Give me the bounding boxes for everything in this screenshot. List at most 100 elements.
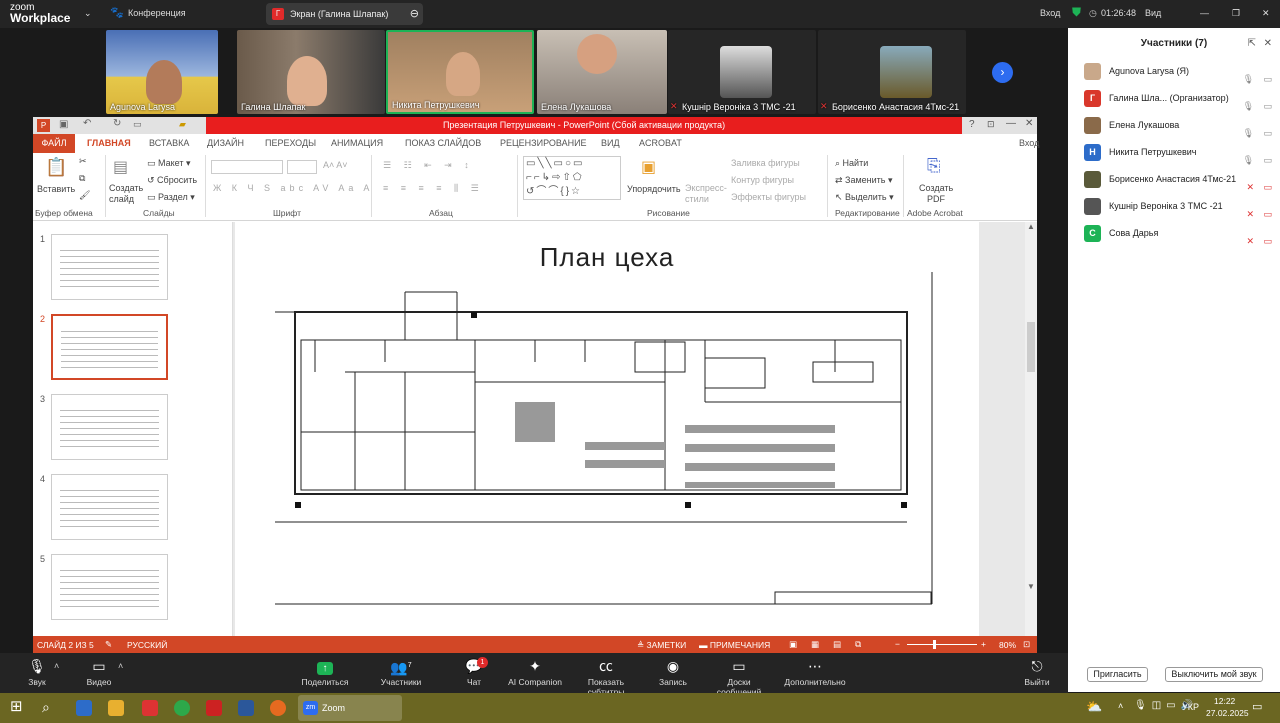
more-icon[interactable]: ⊖ [410, 7, 419, 20]
zoom-out-icon[interactable]: − [895, 639, 900, 649]
tab-animation[interactable]: АНИМАЦИЯ [331, 138, 383, 148]
tab-slideshow[interactable]: ПОКАЗ СЛАЙДОВ [405, 138, 481, 148]
fit-slide-icon[interactable]: ⊡ [1023, 639, 1030, 650]
arrange-button[interactable]: Упорядочить [627, 184, 681, 194]
minimize-icon[interactable]: — [1006, 118, 1016, 129]
slide-thumbnail[interactable] [51, 554, 168, 620]
participant-row[interactable]: Елена Лукашова 🎙 ▭ [1068, 112, 1280, 139]
list-icons[interactable]: ☰ ☷ ⇤ ⇥ ↕ [383, 160, 474, 171]
screen-share-pill[interactable]: Г Экран (Галина Шлапак) ⊖ [266, 3, 423, 25]
participant-row[interactable]: Борисенко Анастасия 4Тмс-21 ✕ ▭ [1068, 166, 1280, 193]
font-size-select[interactable] [287, 160, 317, 174]
participant-row[interactable]: С Сова Дарья ✕ ▭ [1068, 220, 1280, 247]
align-icons[interactable]: ≡ ≡ ≡ ≡ ⫼ ☰ [383, 183, 484, 194]
help-icon[interactable]: ? [969, 119, 975, 130]
clock-time[interactable]: 12:22 [1214, 696, 1235, 706]
close-icon[interactable]: ✕ [1262, 8, 1270, 19]
comments-button[interactable]: ▬ ПРИМЕЧАНИЯ [699, 640, 770, 650]
search-icon[interactable]: ⌕ [42, 699, 50, 716]
participant-row[interactable]: Н Никита Петрушкевич 🎙 ▭ [1068, 139, 1280, 166]
zoom-in-icon[interactable]: + [981, 639, 986, 649]
zoom-taskbar-app[interactable]: zm Zoom Конференция [298, 695, 402, 721]
new-slide-button[interactable]: Создать слайд [109, 183, 145, 205]
font-grow-icon[interactable]: A˄ A˅ [323, 160, 348, 170]
opera-icon[interactable] [142, 700, 158, 716]
participants-button[interactable]: 👥7 Участники [378, 653, 424, 687]
redo-icon[interactable]: ↻ [113, 118, 121, 129]
tab-design[interactable]: ДИЗАЙН [207, 138, 244, 148]
close-icon[interactable]: ✕ [1264, 38, 1272, 49]
language-indicator[interactable]: УКР [1182, 702, 1199, 712]
chevron-up-icon[interactable]: ˄ [54, 661, 59, 671]
audio-button[interactable]: 🎙 Звук [22, 653, 52, 687]
scroll-up-icon[interactable]: ▲ [1027, 222, 1035, 231]
font-name-select[interactable] [211, 160, 283, 174]
mute-me-button[interactable]: Выключить мой звук [1165, 667, 1263, 682]
share-button[interactable]: ↑ Поделиться [300, 653, 350, 687]
tab-view[interactable]: ВИД [601, 138, 620, 148]
paste-button[interactable]: Вставить [37, 184, 75, 194]
captions-button[interactable]: ㏄ Показать субтитры [570, 653, 642, 697]
section-button[interactable]: ▭ Раздел ▾ [147, 192, 195, 203]
meeting-title[interactable]: Конференция [128, 8, 186, 18]
slide-canvas[interactable]: План цеха [235, 222, 979, 636]
slide-thumbnail[interactable] [51, 314, 168, 380]
select-button[interactable]: ↖ Выделить ▾ [835, 192, 894, 203]
next-page-icon[interactable]: › [992, 62, 1013, 83]
tab-acrobat[interactable]: ACROBAT [639, 138, 682, 148]
whiteboards-button[interactable]: ▭ Доски сообщений [704, 653, 774, 697]
find-button[interactable]: ⌕ Найти [835, 158, 868, 169]
zoom-slider[interactable] [907, 644, 977, 645]
ribbon-display-icon[interactable]: ⊡ [987, 119, 995, 130]
video-button[interactable]: ▭ Видео [84, 653, 114, 687]
zoom-slider-thumb[interactable] [933, 640, 936, 649]
undo-icon[interactable]: ↶ [83, 118, 91, 129]
slide-thumbnail[interactable] [51, 394, 168, 460]
weather-icon[interactable]: ⛅ [1086, 699, 1102, 715]
acrobat-icon[interactable] [206, 700, 222, 716]
notes-button[interactable]: ≜ ЗАМЕТКИ [637, 640, 686, 651]
cut-icon[interactable]: ✂ [79, 156, 87, 167]
shape-outline-button[interactable]: Контур фигуры [731, 175, 794, 185]
tab-transitions[interactable]: ПЕРЕХОДЫ [265, 138, 316, 148]
tab-file[interactable]: ФАЙЛ [33, 134, 75, 153]
zoom-level[interactable]: 80% [999, 640, 1016, 650]
paste-icon[interactable]: 📋 [45, 157, 67, 178]
vertical-scrollbar[interactable]: ▲ ▼ [1025, 222, 1037, 636]
start-show-icon[interactable]: ▭ [133, 119, 142, 130]
participant-row[interactable]: Г Галина Шла... (Организатор) 🎙 ▭ [1068, 85, 1280, 112]
video-tile[interactable]: Галина Шлапак [237, 30, 385, 114]
slide-thumbnail[interactable] [51, 234, 168, 300]
spellcheck-icon[interactable]: ✎ [105, 639, 112, 650]
format-painter-icon[interactable]: 🖌 [79, 190, 90, 201]
login-link[interactable]: Вход [1019, 138, 1039, 148]
video-tile[interactable]: Agunova Larysa [106, 30, 218, 114]
create-pdf-button[interactable]: Создать PDF [919, 183, 953, 205]
tray-chevron-icon[interactable]: ˄ [1118, 701, 1123, 711]
mic-muted-icon[interactable]: ✕ [1246, 228, 1254, 255]
tab-review[interactable]: РЕЦЕНЗИРОВАНИЕ [500, 138, 587, 148]
leave-button[interactable]: ⎋ Выйти [1022, 653, 1052, 687]
arrange-icon[interactable]: ▣ [641, 157, 656, 177]
reset-button[interactable]: ↺ Сбросить [147, 175, 197, 186]
layout-button[interactable]: ▭ Макет ▾ [147, 158, 191, 169]
pdf-icon[interactable]: ⎘ [927, 156, 941, 176]
replace-button[interactable]: ⇄ Заменить ▾ [835, 175, 893, 186]
shield-icon[interactable]: ⛊ [1072, 5, 1081, 20]
language-indicator[interactable]: РУССКИЙ [127, 640, 167, 650]
participant-row[interactable]: Кушнір Вероніка 3 ТМС -21 ✕ ▭ [1068, 193, 1280, 220]
font-format-icons[interactable]: Ж К Ч S abc AV Aa A [213, 183, 373, 193]
view-mode-icons[interactable]: ▣▦▤⧉ [789, 639, 875, 650]
camera-off-icon[interactable]: ▭ [1263, 228, 1272, 255]
clock-date[interactable]: 27.02.2025 [1206, 708, 1249, 718]
chevron-down-icon[interactable]: ⌄ [84, 8, 92, 19]
word-icon[interactable] [238, 700, 254, 716]
slide-thumbnail[interactable] [51, 474, 168, 540]
scroll-thumb[interactable] [1027, 322, 1035, 372]
close-icon[interactable]: ✕ [1025, 118, 1033, 129]
participant-row[interactable]: Agunova Larysa (Я) 🎙 ▭ [1068, 58, 1280, 85]
new-slide-icon[interactable]: ▤ [113, 157, 128, 177]
quick-styles-button[interactable]: Экспресс-стили [685, 183, 729, 205]
chrome-icon[interactable] [174, 700, 190, 716]
restore-icon[interactable]: ❐ [1232, 8, 1240, 19]
